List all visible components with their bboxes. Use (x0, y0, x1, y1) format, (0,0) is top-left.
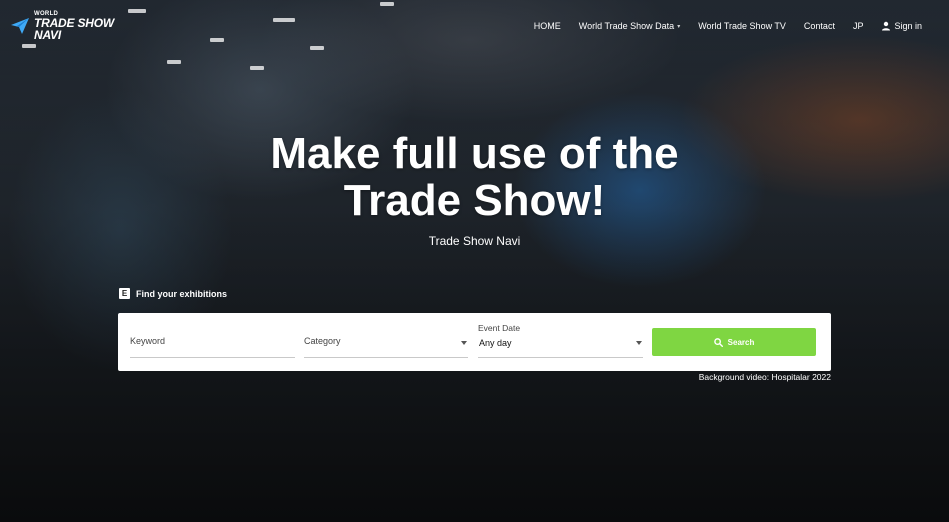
nav-language-jp[interactable]: JP (844, 21, 873, 31)
nav-data-label: World Trade Show Data (578, 21, 675, 31)
keyword-input[interactable]: Keyword (130, 327, 295, 358)
user-icon (882, 21, 891, 31)
hero-title: Make full use of the Trade Show! (0, 130, 949, 224)
category-select[interactable]: Category (304, 327, 468, 358)
nav-world-trade-show-data[interactable]: World Trade Show Data ▾ (570, 21, 689, 31)
ceiling-light (250, 66, 264, 70)
keyword-placeholder: Keyword (130, 336, 166, 346)
event-date-label: Event Date (478, 323, 521, 333)
nav-home[interactable]: HOME (525, 21, 570, 31)
event-date-select[interactable]: Event Date Any day (478, 321, 643, 358)
find-exhibitions-heading: E Find your exhibitions (119, 288, 227, 299)
category-placeholder: Category (304, 336, 341, 346)
search-panel: Keyword Category Event Date Any day Sear… (118, 313, 831, 371)
site-header: WORLD TRADE SHOW NAVI HOME World Trade S… (0, 0, 949, 52)
event-date-value: Any day (479, 338, 512, 348)
nav-world-trade-show-tv[interactable]: World Trade Show TV (689, 21, 795, 31)
site-logo[interactable]: WORLD TRADE SHOW NAVI (10, 11, 114, 41)
ceiling-light (167, 60, 181, 64)
logo-wordmark: WORLD TRADE SHOW NAVI (34, 11, 114, 41)
main-nav: HOME World Trade Show Data ▾ World Trade… (525, 21, 931, 31)
sign-in-label: Sign in (894, 21, 922, 31)
exhibition-icon: E (119, 288, 130, 299)
background-video-credit: Background video: Hospitalar 2022 (698, 372, 831, 382)
sign-in-link[interactable]: Sign in (872, 21, 931, 31)
nav-contact[interactable]: Contact (795, 21, 844, 31)
paper-plane-icon (11, 18, 29, 34)
search-button-label: Search (727, 337, 755, 347)
chevron-down-icon (636, 341, 642, 345)
hero-subtitle: Trade Show Navi (428, 234, 521, 248)
search-button[interactable]: Search (652, 328, 816, 356)
chevron-down-icon: ▾ (677, 23, 681, 30)
hero-overlay (0, 0, 949, 522)
chevron-down-icon (461, 341, 467, 345)
hero-title-line1: Make full use of the (270, 129, 679, 178)
find-exhibitions-label: Find your exhibitions (136, 288, 228, 299)
search-icon (713, 337, 723, 347)
hero-title-line2: Trade Show! (343, 176, 606, 225)
logo-line2: NAVI (34, 28, 61, 42)
